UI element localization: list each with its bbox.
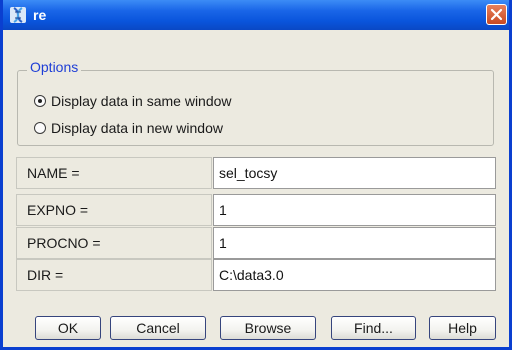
browse-button[interactable]: Browse: [220, 316, 316, 340]
find-button[interactable]: Find...: [331, 316, 416, 340]
expno-row: EXPNO =: [16, 194, 496, 226]
dir-label: DIR =: [16, 259, 212, 291]
radio-same-window[interactable]: Display data in same window: [34, 91, 232, 111]
dna-icon: [9, 6, 27, 24]
dir-row: DIR =: [16, 259, 496, 291]
procno-row: PROCNO =: [16, 227, 496, 259]
procno-input[interactable]: [213, 227, 496, 259]
radio-new-window[interactable]: Display data in new window: [34, 118, 223, 138]
radio-button-unselected[interactable]: [34, 122, 46, 134]
name-input[interactable]: [213, 157, 496, 189]
close-button[interactable]: [486, 4, 507, 25]
radio-label-new-window: Display data in new window: [51, 120, 223, 136]
radio-label-same-window: Display data in same window: [51, 93, 232, 109]
name-row: NAME =: [16, 157, 496, 189]
window-title: re: [33, 7, 47, 23]
name-label: NAME =: [16, 157, 212, 189]
expno-label: EXPNO =: [16, 194, 212, 226]
radio-button-selected[interactable]: [34, 95, 46, 107]
expno-input[interactable]: [213, 194, 496, 226]
ok-button[interactable]: OK: [35, 316, 101, 340]
dir-input[interactable]: [213, 259, 496, 291]
title-bar[interactable]: re: [3, 0, 509, 30]
help-button[interactable]: Help: [429, 316, 496, 340]
cancel-button[interactable]: Cancel: [110, 316, 206, 340]
options-legend: Options: [27, 59, 82, 75]
procno-label: PROCNO =: [16, 227, 212, 259]
close-icon: [490, 8, 503, 21]
